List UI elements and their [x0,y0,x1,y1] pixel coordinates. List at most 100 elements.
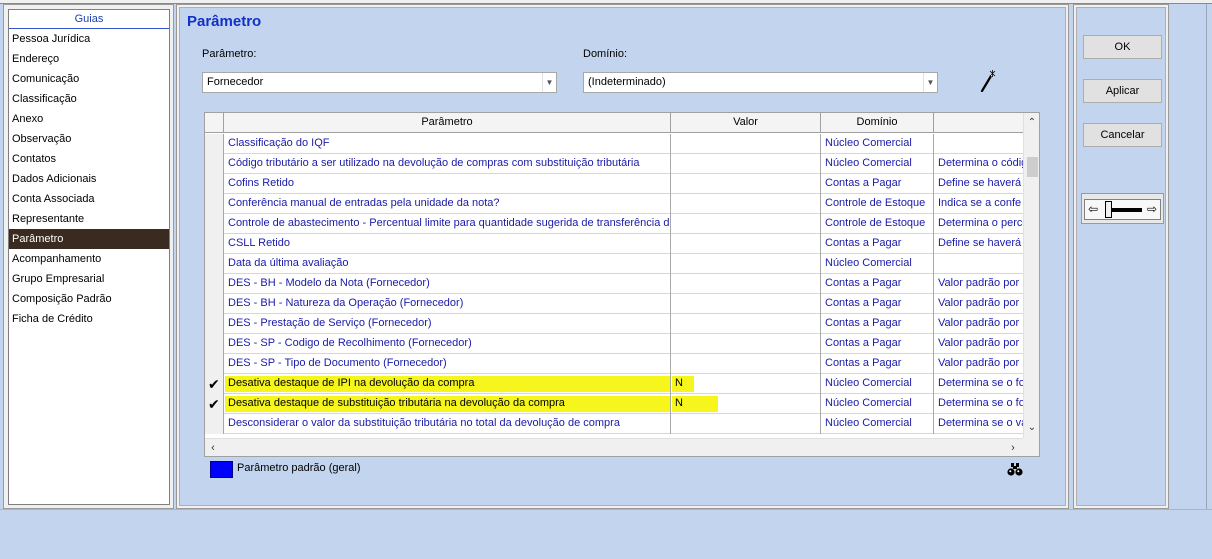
param-cell[interactable]: Controle de abastecimento - Percentual l… [224,214,671,234]
table-row[interactable]: DES - Prestação de Serviço (Fornecedor) C… [205,314,1023,334]
scroll-down-icon[interactable]: ⌄ [1024,420,1039,436]
table-row[interactable]: Classificação do IQF Núcleo Comercial [205,134,1023,154]
param-cell[interactable]: DES - SP - Tipo de Documento (Fornecedor… [224,354,671,374]
table-row[interactable]: DES - BH - Modelo da Nota (Fornecedor) Co… [205,274,1023,294]
table-row[interactable]: DES - SP - Tipo de Documento (Fornecedor… [205,354,1023,374]
param-cell[interactable]: DES - BH - Natureza da Operação (Fornece… [224,294,671,314]
value-cell[interactable] [671,254,821,274]
domain-cell[interactable]: Contas a Pagar [821,314,934,334]
slider-control[interactable]: ⇦ ⇨ [1081,193,1164,224]
param-cell[interactable]: CSLL Retido [224,234,671,254]
row-indicator[interactable] [205,254,224,274]
domain-cell[interactable]: Núcleo Comercial [821,394,934,414]
description-cell[interactable] [934,134,1023,154]
apply-button[interactable]: Aplicar [1083,79,1162,103]
value-cell[interactable]: N [671,394,821,414]
domain-cell[interactable]: Núcleo Comercial [821,374,934,394]
chevron-down-icon[interactable]: ▼ [923,73,937,92]
table-row[interactable]: Código tributário a ser utilizado na dev… [205,154,1023,174]
description-cell[interactable]: Valor padrão por [934,354,1023,374]
value-cell[interactable] [671,354,821,374]
table-row[interactable]: CSLL Retido Contas a Pagar Define se haver… [205,234,1023,254]
value-cell[interactable]: N [671,374,821,394]
table-row[interactable]: Conferência manual de entradas pela unid… [205,194,1023,214]
domain-cell[interactable]: Núcleo Comercial [821,254,934,274]
row-indicator[interactable] [205,334,224,354]
magic-wand-icon[interactable] [980,70,996,92]
column-header-value[interactable]: Valor [671,113,821,133]
column-header-param[interactable]: Parâmetro [224,113,671,133]
domain-cell[interactable]: Controle de Estoque [821,194,934,214]
row-indicator[interactable] [205,234,224,254]
param-cell[interactable]: DES - Prestação de Serviço (Fornecedor) [224,314,671,334]
description-cell[interactable]: Valor padrão por [934,334,1023,354]
sidebar-item[interactable]: Composição Padrão [9,289,169,309]
row-indicator[interactable] [205,194,224,214]
param-cell[interactable]: Desativa destaque de substituição tribut… [224,394,671,414]
domain-cell[interactable]: Núcleo Comercial [821,414,934,434]
param-cell[interactable]: DES - BH - Modelo da Nota (Fornecedor) [224,274,671,294]
vertical-scrollbar[interactable]: ⌃ ⌄ [1023,113,1039,438]
cancel-button[interactable]: Cancelar [1083,123,1162,147]
value-cell[interactable] [671,214,821,234]
description-cell[interactable] [934,254,1023,274]
arrow-left-icon[interactable]: ⇦ [1087,202,1099,217]
horizontal-scrollbar[interactable]: ‹ › [205,438,1023,456]
sidebar-item[interactable]: Anexo [9,109,169,129]
arrow-right-icon[interactable]: ⇨ [1146,202,1158,217]
description-cell[interactable]: Determina o perce [934,214,1023,234]
value-cell[interactable] [671,154,821,174]
sidebar-item[interactable]: Endereço [9,49,169,69]
description-cell[interactable]: Determina se o fo [934,374,1023,394]
row-indicator[interactable] [205,414,224,434]
sidebar-item[interactable]: Contatos [9,149,169,169]
sidebar-item[interactable]: Comunicação [9,69,169,89]
description-cell[interactable]: Determina se o va [934,414,1023,434]
table-row[interactable]: Controle de abastecimento - Percentual l… [205,214,1023,234]
sidebar-item[interactable]: Representante [9,209,169,229]
domain-cell[interactable]: Contas a Pagar [821,274,934,294]
scrollbar-thumb[interactable] [1027,157,1038,177]
description-cell[interactable]: Valor padrão por [934,274,1023,294]
table-row[interactable]: Cofins Retido Contas a Pagar Define se hav… [205,174,1023,194]
value-cell[interactable] [671,294,821,314]
sidebar-item[interactable]: Ficha de Crédito [9,309,169,329]
domain-cell[interactable]: Controle de Estoque [821,214,934,234]
table-row[interactable]: Data da última avaliação Núcleo Comercial [205,254,1023,274]
row-indicator[interactable]: ✔ [205,374,224,394]
ok-button[interactable]: OK [1083,35,1162,59]
domain-cell[interactable]: Contas a Pagar [821,294,934,314]
binoculars-icon[interactable] [1007,462,1023,476]
param-cell[interactable]: Conferência manual de entradas pela unid… [224,194,671,214]
param-cell[interactable]: Data da última avaliação [224,254,671,274]
row-indicator[interactable] [205,154,224,174]
param-cell[interactable]: Cofins Retido [224,174,671,194]
sidebar-item[interactable]: Parâmetro [9,229,169,249]
param-cell[interactable]: Classificação do IQF [224,134,671,154]
sidebar-item[interactable]: Conta Associada [9,189,169,209]
column-header-domain[interactable]: Domínio [821,113,934,133]
description-cell[interactable]: Define se haverá [934,234,1023,254]
scroll-left-icon[interactable]: ‹ [205,439,221,456]
domain-cell[interactable]: Contas a Pagar [821,354,934,374]
row-indicator[interactable] [205,314,224,334]
table-row[interactable]: DES - SP - Codigo de Recolhimento (Forne… [205,334,1023,354]
value-cell[interactable] [671,334,821,354]
scroll-right-icon[interactable]: › [1005,439,1021,456]
domain-filter-combo[interactable]: (Indeterminado) ▼ [583,72,938,93]
row-indicator[interactable] [205,354,224,374]
table-row[interactable]: Desconsiderar o valor da substituição tr… [205,414,1023,434]
value-cell[interactable] [671,414,821,434]
table-row[interactable]: DES - BH - Natureza da Operação (Fornece… [205,294,1023,314]
row-indicator[interactable]: ✔ [205,394,224,414]
value-cell[interactable] [671,134,821,154]
row-indicator[interactable] [205,134,224,154]
domain-cell[interactable]: Núcleo Comercial [821,134,934,154]
param-cell[interactable]: Desativa destaque de IPI na devolução da… [224,374,671,394]
sidebar-item[interactable]: Pessoa Jurídica [9,29,169,49]
value-cell[interactable] [671,314,821,334]
description-cell[interactable]: Determina o códig [934,154,1023,174]
domain-cell[interactable]: Contas a Pagar [821,334,934,354]
value-cell[interactable] [671,174,821,194]
row-indicator[interactable] [205,214,224,234]
